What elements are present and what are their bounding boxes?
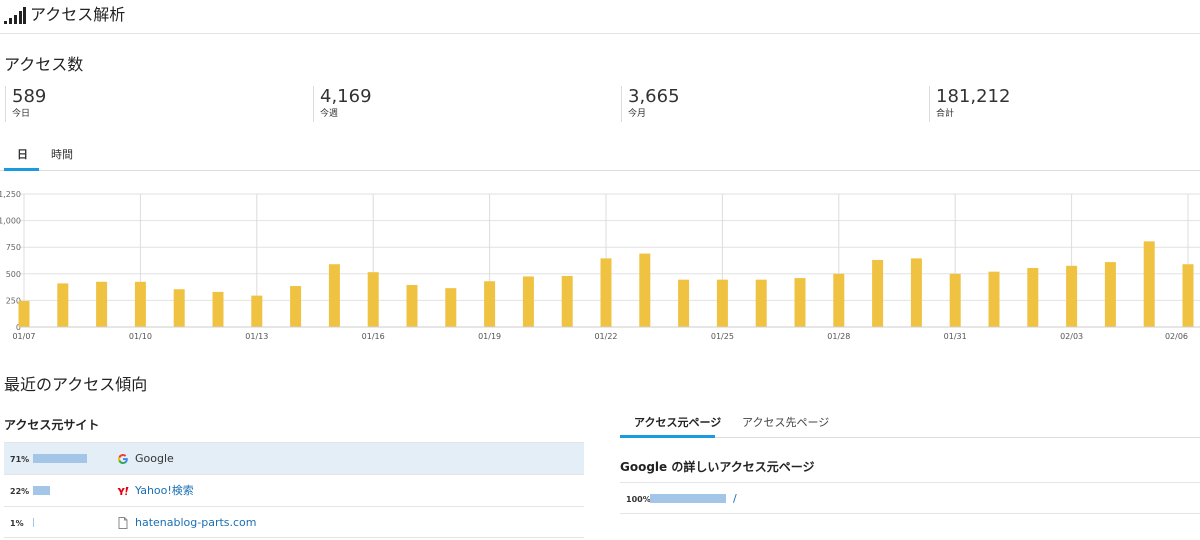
active-tab-indicator xyxy=(4,168,39,171)
page-header: アクセス解析 xyxy=(0,0,1200,34)
chart-bar-01/18[interactable] xyxy=(445,288,457,327)
x-tick-label: 01/07 xyxy=(12,332,35,341)
chart-bar-01/10[interactable] xyxy=(134,281,146,327)
stat-total: 181,212 合計 xyxy=(929,86,1200,122)
chart-bar-01/12[interactable] xyxy=(212,291,224,327)
x-tick-label: 01/31 xyxy=(944,332,967,341)
stat-today: 589 今日 xyxy=(5,86,305,122)
page-link[interactable]: / xyxy=(733,492,737,506)
chart-bar-02/01[interactable] xyxy=(988,271,1000,327)
list-item-source-google[interactable]: 71% Google xyxy=(4,442,584,474)
chart-bar-01/19[interactable] xyxy=(484,281,496,327)
page-percent: 100% xyxy=(626,495,651,504)
yahoo-icon xyxy=(117,487,129,496)
source-link[interactable]: Yahoo!検索 xyxy=(135,484,194,498)
list-item-source-hatenablog-parts[interactable]: 1% hatenablog-parts.com xyxy=(4,506,584,538)
source-share-bar xyxy=(33,518,34,527)
chart-bar-01/08[interactable] xyxy=(57,283,69,327)
signal-bars-icon xyxy=(4,7,26,24)
source-percent: 22% xyxy=(10,487,30,496)
list-item-page[interactable]: 100% / xyxy=(620,482,1200,514)
x-tick-label: 02/06 xyxy=(1165,332,1188,341)
y-tick-label: 1,250 xyxy=(0,190,21,199)
referrer-detail-title: Google の詳しいアクセス元ページ xyxy=(620,460,815,474)
trends-title: 最近のアクセス傾向 xyxy=(4,375,148,394)
source-percent: 71% xyxy=(10,455,30,464)
chart-bar-01/24[interactable] xyxy=(678,279,690,327)
chart-bar-01/30[interactable] xyxy=(910,258,922,327)
x-tick-label: 01/16 xyxy=(362,332,385,341)
x-tick-label: 01/25 xyxy=(711,332,734,341)
chart-bar-01/07[interactable] xyxy=(18,300,30,327)
y-tick-label: 500 xyxy=(6,270,21,279)
stat-month: 3,665 今月 xyxy=(621,86,921,122)
access-bar-chart: 02505007501,0001,25001/07 01/10 01/13 01/16… xyxy=(0,190,1200,341)
chart-bar-01/20[interactable] xyxy=(522,276,534,327)
tab-destination-pages[interactable]: アクセス先ページ xyxy=(742,416,829,430)
referrer-page-list: 100% / xyxy=(620,482,1200,514)
chart-bar-02/05[interactable] xyxy=(1143,241,1155,327)
x-tick-label: 02/03 xyxy=(1060,332,1083,341)
source-share-bar xyxy=(33,454,87,463)
y-tick-label: 1,000 xyxy=(0,217,21,226)
stat-label: 今週 xyxy=(320,109,339,119)
x-tick-label: 01/22 xyxy=(594,332,617,341)
list-item-source-yahoo[interactable]: 22% Yahoo!検索 xyxy=(4,474,584,506)
chart-bar-01/26[interactable] xyxy=(755,279,767,327)
access-count-title: アクセス数 xyxy=(4,55,84,74)
source-name: Google xyxy=(135,452,174,465)
chart-bar-02/02[interactable] xyxy=(1027,267,1039,327)
stat-week: 4,169 今週 xyxy=(313,86,613,122)
chart-bar-01/22[interactable] xyxy=(600,258,612,327)
stat-value: 181,212 xyxy=(936,86,1011,107)
sources-title: アクセス元サイト xyxy=(4,418,100,432)
x-tick-label: 01/19 xyxy=(478,332,501,341)
chart-bar-01/29[interactable] xyxy=(872,259,884,327)
source-share-bar xyxy=(33,486,50,495)
chart-bar-01/09[interactable] xyxy=(96,281,108,327)
chart-bar-01/15[interactable] xyxy=(328,264,340,327)
stat-label: 今日 xyxy=(12,109,31,119)
x-tick-label: 01/10 xyxy=(129,332,152,341)
tab-hour[interactable]: 時間 xyxy=(51,148,73,162)
chart-bar-02/06[interactable] xyxy=(1182,264,1194,327)
chart-bar-01/28[interactable] xyxy=(833,273,845,327)
tab-referrer-pages[interactable]: アクセス元ページ xyxy=(634,416,721,430)
google-icon xyxy=(118,454,128,464)
chart-bar-01/17[interactable] xyxy=(406,284,418,327)
chart-bar-01/23[interactable] xyxy=(639,253,651,327)
x-tick-label: 01/28 xyxy=(827,332,850,341)
access-stats: 589 今日 4,169 今週 3,665 今月 181,212 合計 xyxy=(5,86,1200,122)
period-tabs: 日 時間 xyxy=(0,142,1200,171)
source-percent: 1% xyxy=(10,519,24,528)
stat-value: 589 xyxy=(12,86,47,107)
stat-value: 3,665 xyxy=(628,86,680,107)
page-share-bar xyxy=(650,494,726,503)
chart-bar-01/14[interactable] xyxy=(290,286,302,327)
chart-bar-01/25[interactable] xyxy=(716,279,728,327)
document-icon xyxy=(118,517,128,529)
chart-bar-01/13[interactable] xyxy=(251,295,263,327)
chart-bar-02/03[interactable] xyxy=(1066,265,1078,327)
chart-bar-01/31[interactable] xyxy=(949,273,961,327)
source-link[interactable]: hatenablog-parts.com xyxy=(135,516,257,530)
chart-bar-01/16[interactable] xyxy=(367,272,379,327)
active-tab-indicator xyxy=(620,435,715,438)
chart-bar-02/04[interactable] xyxy=(1104,262,1116,327)
tab-day[interactable]: 日 xyxy=(17,148,28,162)
page-title: アクセス解析 xyxy=(30,5,126,24)
y-tick-label: 750 xyxy=(6,243,21,252)
page-tabs: アクセス元ページ アクセス先ページ xyxy=(620,408,1200,438)
chart-bar-01/21[interactable] xyxy=(561,275,573,327)
x-tick-label: 01/13 xyxy=(245,332,268,341)
chart-bar-01/27[interactable] xyxy=(794,278,806,327)
stat-label: 合計 xyxy=(936,109,955,119)
stat-value: 4,169 xyxy=(320,86,372,107)
source-list: 71% Google 22% Yahoo!検索 1% hatenablog-pa… xyxy=(4,442,584,538)
chart-bar-01/11[interactable] xyxy=(173,289,185,327)
stat-label: 今月 xyxy=(628,109,647,119)
